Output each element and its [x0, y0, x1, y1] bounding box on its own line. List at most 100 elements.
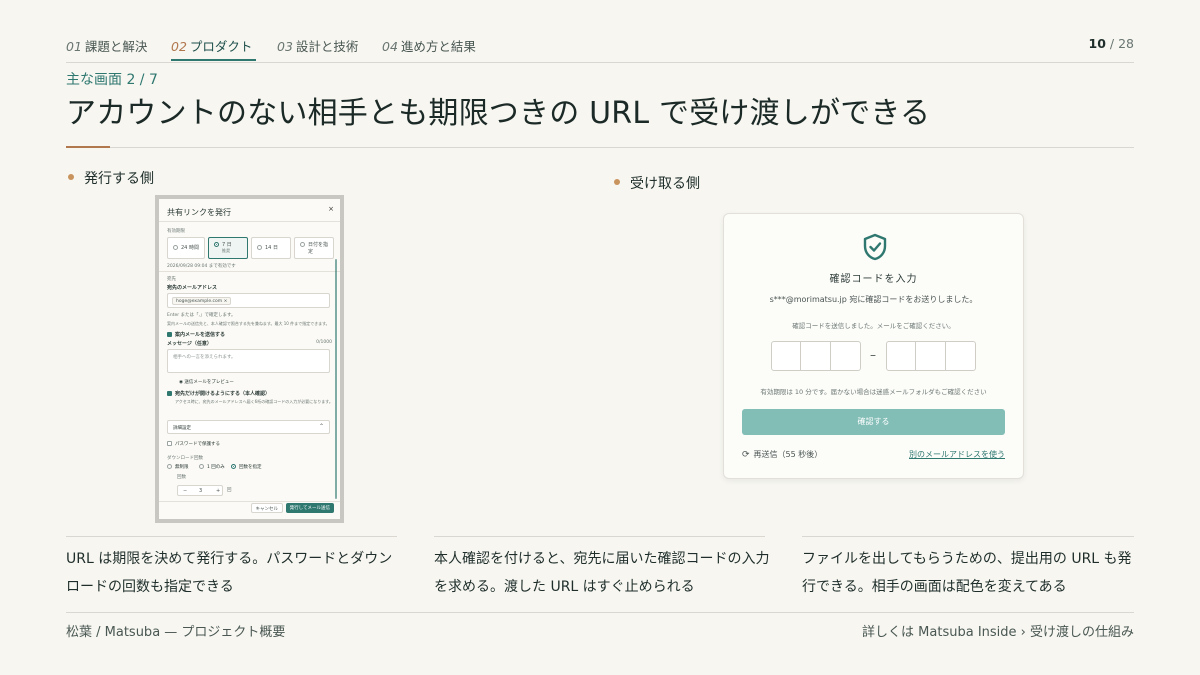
page-title: アカウントのない相手とも期限つきの URL で受け渡しができる	[66, 96, 931, 131]
issuer-section-label: 発行する側	[68, 168, 154, 188]
recipient-label: 宛先	[167, 277, 176, 282]
email-hint-detail: 案内メールの送信先と、本人確認で照合する先を兼ねます。最大 10 件まで指定でき…	[167, 321, 330, 326]
checkbox-checked-icon	[167, 332, 172, 337]
eyebrow: 主な画面 2 / 7	[66, 72, 158, 88]
download-option-custom[interactable]: 回数を指定	[231, 464, 262, 470]
caption-divider	[434, 536, 765, 537]
download-option-unlimited[interactable]: 無制限	[167, 464, 189, 470]
email-chip[interactable]: hoge@example.com ×	[172, 297, 232, 305]
close-icon[interactable]: ×	[328, 205, 334, 213]
nav-divider	[66, 62, 1134, 63]
tab-label: プロダクト	[189, 39, 253, 54]
verification-title: 確認コードを入力	[829, 274, 918, 285]
page-counter: 10 / 28	[1089, 36, 1134, 51]
expiry-option-7d[interactable]: 7 日 推奨	[208, 237, 248, 259]
tab-number: 01	[66, 39, 82, 54]
expiry-option-24h[interactable]: 24 時間	[167, 237, 205, 259]
recipient-section-label: 受け取る側	[614, 173, 700, 193]
verify-checkbox[interactable]: 宛先だけが開けるようにする（本人確認）	[167, 390, 270, 397]
tab-label: 進め方と結果	[400, 39, 476, 54]
dialog-divider	[159, 271, 340, 272]
preview-mail-link[interactable]: ◉ 送信メールをプレビュー	[179, 379, 234, 385]
email-input[interactable]: hoge@example.com ×	[167, 293, 330, 308]
top-nav: 01 課題と解決 02 プロダクト 03 設計と技術 04 進め方と結果 10 / 28	[66, 36, 1134, 62]
code-digit-input[interactable]	[886, 341, 916, 371]
count-label: 回数	[177, 475, 186, 480]
download-count-label: ダウンロード回数	[167, 456, 203, 461]
advanced-settings-toggle[interactable]: 詳細設定 ⌃	[167, 420, 330, 434]
expiry-option-14d[interactable]: 14 日	[251, 237, 291, 259]
message-label: メッセージ（任意）	[167, 341, 212, 347]
plus-button[interactable]: +	[216, 488, 220, 494]
title-accent-line	[66, 146, 110, 148]
shield-check-icon	[863, 233, 887, 261]
tab-number: 03	[277, 39, 293, 54]
issuer-screenshot: 共有リンクを発行 × 有効期限 24 時間 7 日 推奨 14 日 日付を指 定…	[155, 195, 344, 523]
email-label: 宛先のメールアドレス	[167, 285, 218, 291]
footer-project: 松葉 / Matsuba — プロジェクト概要	[66, 625, 286, 640]
verification-subtitle: s***@morimatsu.jp 宛に確認コードをお送りしました。	[769, 295, 978, 304]
bullet-icon	[68, 174, 74, 180]
checkbox-icon	[167, 441, 172, 446]
tab-issues[interactable]: 01 課題と解決	[66, 36, 147, 55]
tab-design[interactable]: 03 設計と技術	[277, 36, 358, 55]
radio-icon	[199, 464, 204, 469]
radio-selected-icon	[231, 464, 236, 469]
refresh-icon: ⟳	[742, 450, 750, 460]
footer-reference-link[interactable]: 詳しくは Matsuba Inside › 受け渡しの仕組み	[862, 621, 1134, 640]
checkbox-checked-icon	[167, 391, 172, 396]
dialog-divider	[159, 501, 340, 502]
caption-divider	[802, 536, 1134, 537]
footer-divider	[66, 612, 1134, 613]
email-hint: Enter または「,」で確定します。	[167, 313, 236, 318]
eye-icon: ◉	[179, 380, 183, 385]
radio-icon	[257, 245, 262, 250]
verification-card: 確認コードを入力 s***@morimatsu.jp 宛に確認コードをお送りしま…	[723, 213, 1024, 479]
dialog-divider	[159, 221, 340, 222]
message-textarea[interactable]: 相手への一言を添えられます。	[167, 349, 330, 373]
count-unit: 回	[227, 488, 232, 493]
tab-process[interactable]: 04 進め方と結果	[382, 36, 476, 55]
issue-and-send-button[interactable]: 発行してメール送信	[285, 503, 334, 513]
tab-number: 04	[382, 39, 398, 54]
radio-icon	[173, 245, 178, 250]
download-option-once[interactable]: 1 回のみ	[199, 464, 225, 470]
page-current: 10	[1088, 36, 1106, 51]
code-digit-input[interactable]	[831, 341, 861, 371]
code-separator: –	[870, 348, 876, 362]
tab-number: 02	[171, 39, 187, 54]
caption-divider	[66, 536, 397, 537]
download-count-stepper[interactable]: − 3 +	[177, 485, 223, 496]
expiry-option-custom[interactable]: 日付を指 定	[294, 237, 334, 259]
chevron-up-icon: ⌃	[318, 423, 324, 430]
share-link-dialog: 共有リンクを発行 × 有効期限 24 時間 7 日 推奨 14 日 日付を指 定…	[159, 199, 340, 519]
dialog-scrollbar[interactable]	[335, 259, 337, 499]
tab-label: 設計と技術	[295, 39, 359, 54]
code-digit-input[interactable]	[916, 341, 946, 371]
message-counter: 0/1000	[316, 340, 332, 345]
bullet-icon	[614, 179, 620, 185]
tab-label: 課題と解決	[84, 39, 148, 54]
password-checkbox[interactable]: パスワードで保護する	[167, 441, 220, 447]
title-divider	[110, 147, 1134, 148]
confirm-button[interactable]: 確認する	[742, 409, 1005, 435]
code-digit-input[interactable]	[946, 341, 976, 371]
code-digit-input[interactable]	[771, 341, 801, 371]
count-value: 3	[199, 488, 203, 494]
page-total: / 28	[1109, 36, 1134, 51]
code-digit-input[interactable]	[801, 341, 831, 371]
dialog-title: 共有リンクを発行	[167, 208, 231, 217]
send-mail-checkbox[interactable]: 案内メールを送信する	[167, 331, 225, 338]
tab-product[interactable]: 02 プロダクト	[171, 36, 257, 61]
resend-button[interactable]: ⟳ 再送信（55 秒後）	[742, 449, 822, 460]
caption-verification: 本人確認を付けると、宛先に届いた確認コードの入力を求める。渡した URL はすぐ…	[434, 551, 770, 595]
caption-issuer: URL は期限を決めて発行する。パスワードとダウンロードの回数も指定できる	[66, 551, 393, 595]
code-input-group-1	[771, 341, 861, 371]
use-other-email-link[interactable]: 別のメールアドレスを使う	[909, 449, 1005, 460]
radio-icon	[300, 242, 305, 247]
verification-note: 確認コードを送信しました。メールをご確認ください。	[792, 322, 955, 330]
minus-button[interactable]: −	[183, 488, 187, 494]
radio-icon	[167, 464, 172, 469]
cancel-button[interactable]: キャンセル	[250, 503, 283, 513]
code-input-group-2	[886, 341, 976, 371]
